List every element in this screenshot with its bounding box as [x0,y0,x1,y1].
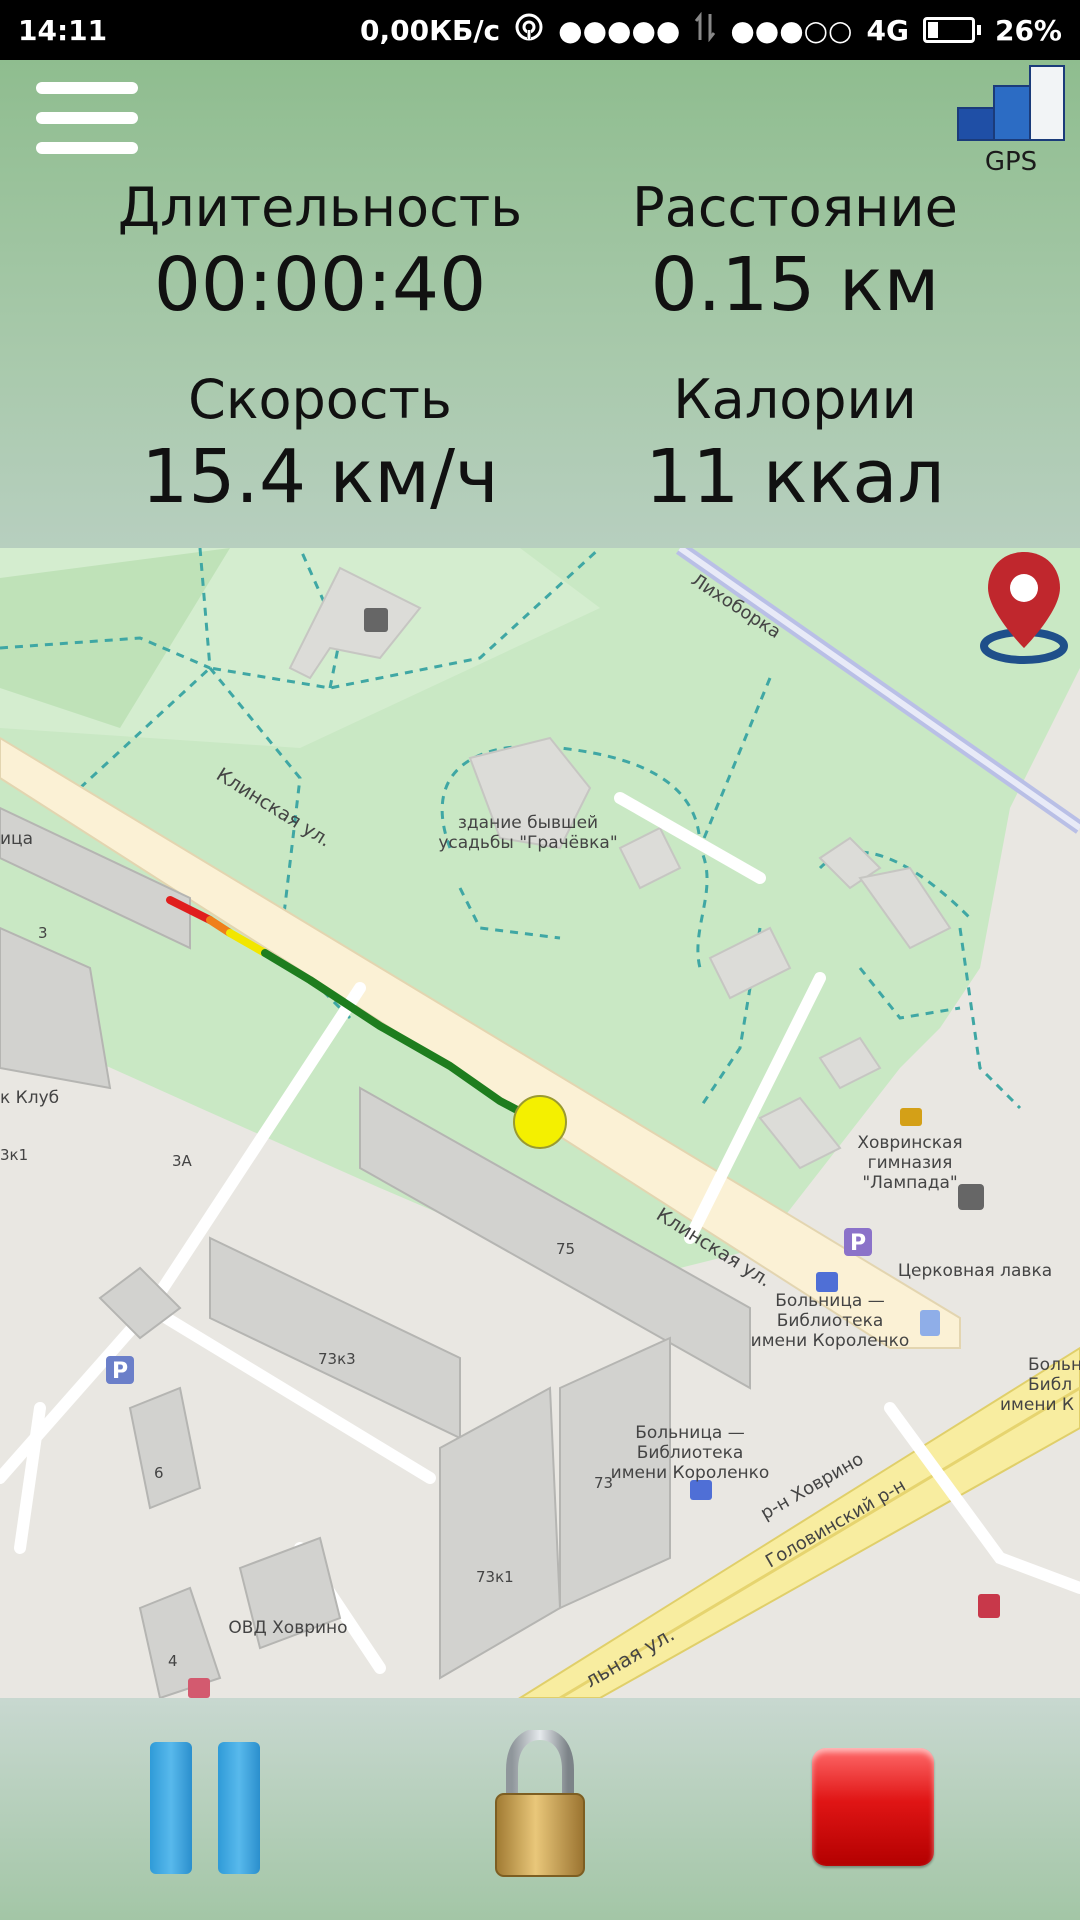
stat-value: 15.4 км/ч [141,434,499,520]
building-number: 3 [38,924,48,942]
map-label-place: Больница — [635,1423,745,1443]
gps-label: GPS [984,147,1038,177]
building-number: 73к1 [476,1568,514,1586]
lock-icon [495,1727,585,1877]
network-type: 4G [866,13,909,47]
building-number: 3А [172,1152,193,1170]
map-label-place: Библ [1028,1375,1072,1395]
data-transfer-icon [694,11,716,49]
building-number: 6 [154,1464,164,1482]
net-speed: 0,00КБ/с [360,13,501,47]
gps-signal-icon [957,65,1065,141]
hotspot-icon [514,12,544,49]
map-label-place: ОВД Ховрино [228,1618,347,1638]
stat-label: Расстояние [632,176,958,239]
menu-button[interactable] [36,82,138,156]
status-indicators: 0,00КБ/с ●●●●● ●●●○○ 4G 26% [360,11,1062,49]
stat-label: Калории [673,368,917,431]
signal-strength-sim2: ●●●○○ [730,13,853,47]
stat-label: Скорость [188,368,452,431]
pause-icon [150,1742,192,1874]
map-label-place: Библиотека [637,1443,744,1463]
building-number: 3к1 [0,1146,28,1164]
pause-icon [218,1742,260,1874]
stat-speed: Скорость 15.4 км/ч [50,368,590,520]
hamburger-icon-bar [36,112,138,124]
map-label-edge: ица [0,829,33,849]
svg-text:P: P [112,1359,128,1384]
status-bar: 14:11 0,00КБ/с ●●●●● ●●●○○ 4G 26% [0,0,1080,60]
hamburger-icon-bar [36,142,138,154]
map-label-place: Библиотека [777,1311,884,1331]
svg-text:P: P [850,1231,866,1256]
map-label-place: Больн [1028,1355,1080,1375]
building-number: 73 [594,1474,613,1492]
map-label-place: здание бывшей [458,813,598,833]
stat-distance: Расстояние 0.15 км [520,176,1070,328]
map-label-place: Церковная лавка [898,1261,1052,1281]
gps-indicator: GPS [956,64,1066,177]
current-position-marker [513,1095,567,1149]
battery-percent: 26% [994,13,1062,47]
lock-button[interactable] [490,1727,590,1880]
map-view[interactable]: P P Лихоборка здание бывшей усадьбы "Гра… [0,548,1080,1698]
stat-value: 11 ккал [645,434,945,520]
map-label-place: усадьбы "Грачёвка" [438,833,617,853]
building-number: 75 [556,1240,575,1258]
map-label-place: имени Короленко [611,1463,770,1483]
map-label-place: к Клуб [0,1088,59,1108]
map-label-place: имени Короленко [751,1331,910,1351]
recenter-location-button[interactable] [976,548,1072,666]
controls-bar [0,1698,1080,1920]
location-pin-icon [980,552,1068,664]
pause-button[interactable] [150,1742,262,1874]
map-label-place: гимназия [868,1153,953,1173]
stat-label: Длительность [117,176,523,239]
stat-calories: Калории 11 ккал [520,368,1070,520]
stat-value: 00:00:40 [153,242,487,328]
stat-duration: Длительность 00:00:40 [50,176,590,328]
stats-panel: GPS Длительность 00:00:40 Расстояние 0.1… [0,60,1080,548]
map-label-place: "Лампада" [862,1173,957,1193]
signal-strength-sim1: ●●●●● [558,13,681,47]
stat-value: 0.15 км [650,242,940,328]
battery-icon [922,17,981,43]
map-label-place: Ховринская [857,1133,962,1153]
map-label-place: Больница — [775,1291,885,1311]
status-time: 14:11 [18,13,108,47]
map-label-place: имени К [1000,1395,1074,1415]
hamburger-icon-bar [36,82,138,94]
building-number: 4 [168,1652,178,1670]
stop-button[interactable] [812,1748,934,1866]
map-canvas: P P Лихоборка здание бывшей усадьбы "Гра… [0,548,1080,1698]
building-number: 73к3 [318,1350,356,1368]
